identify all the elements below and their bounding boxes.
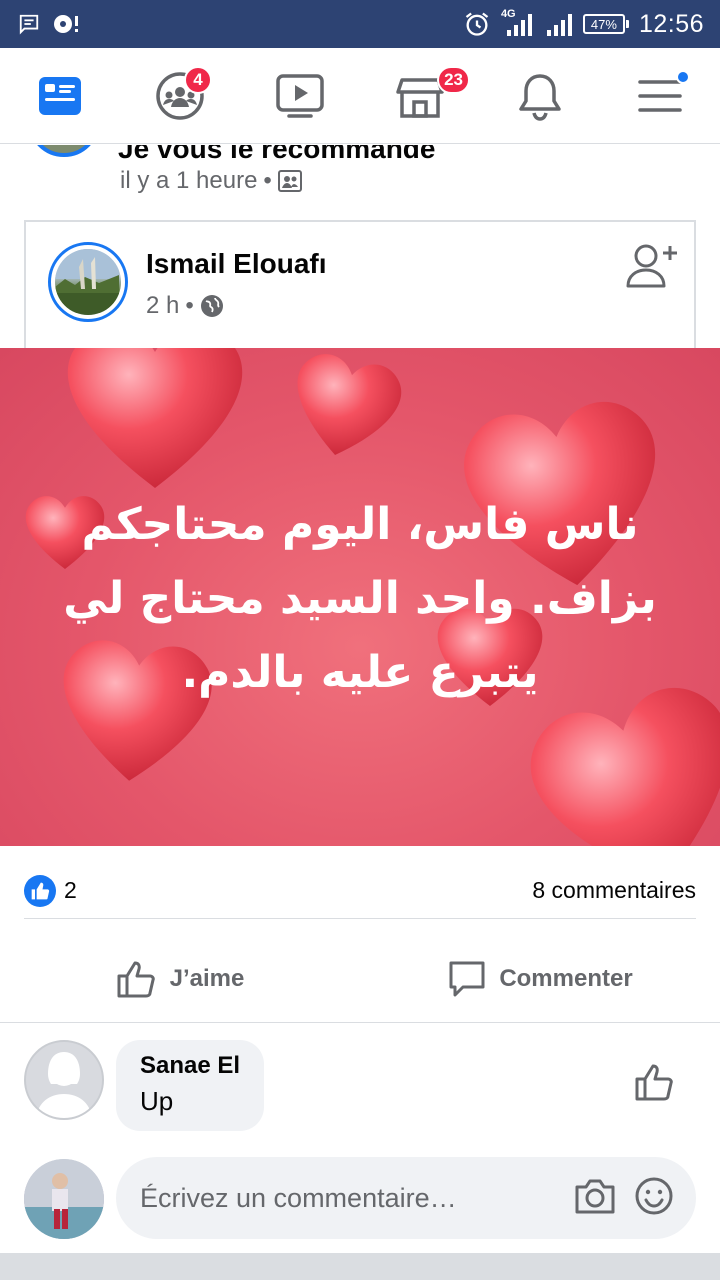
- comment-text: Up: [140, 1086, 174, 1116]
- battery-indicator: 47%: [582, 14, 629, 34]
- news-feed: Je vous le recommande il y a 1 heure • I…: [0, 145, 720, 1280]
- camera-icon[interactable]: [574, 1176, 616, 1216]
- comment-composer: [0, 1157, 720, 1241]
- tab-notifications[interactable]: [504, 60, 576, 132]
- message-notification-icon: [19, 14, 39, 35]
- avatar-photo: [55, 249, 119, 313]
- tab-news-feed[interactable]: [24, 60, 96, 132]
- post-actions: J’aime Commenter: [0, 935, 720, 1023]
- default-female-avatar-icon: [36, 1052, 92, 1118]
- previous-post-time[interactable]: il y a 1 heure: [120, 167, 257, 195]
- comment-item: Sanae El Up: [0, 1040, 720, 1150]
- add-friend-button[interactable]: [624, 240, 680, 296]
- tab-menu[interactable]: [624, 60, 696, 132]
- previous-post-text: Je vous le recommande: [118, 145, 436, 164]
- mobile-signal-icon: 4G: [500, 8, 535, 38]
- comment-label: Commenter: [499, 964, 633, 992]
- top-navigation: 4 23: [0, 48, 720, 144]
- like-label: J’aime: [169, 964, 245, 992]
- bell-icon: [519, 73, 561, 121]
- author-avatar[interactable]: [48, 242, 128, 322]
- previous-post: Je vous le recommande il y a 1 heure •: [0, 145, 720, 205]
- post-image-text: ناس فاس، اليوم محتاجكم بزاف. واحد السيد …: [63, 499, 657, 698]
- comment-input-container: [116, 1157, 696, 1239]
- comment-icon: [449, 961, 485, 996]
- thumbs-up-icon: [31, 882, 50, 899]
- like-count[interactable]: 2: [64, 877, 77, 904]
- author-name[interactable]: Ismail Elouafı: [146, 248, 327, 280]
- comment-author[interactable]: Sanae El: [140, 1052, 240, 1080]
- alarm-icon: [465, 12, 489, 36]
- previous-post-meta: il y a 1 heure •: [120, 167, 302, 195]
- news-feed-icon: [39, 76, 81, 115]
- previous-post-avatar[interactable]: [28, 145, 100, 157]
- app-root: 4G 47% 12:56 4 23 Je vous le recommande …: [0, 0, 720, 1280]
- like-icon: [117, 961, 155, 997]
- post-meta: 2 h •: [146, 292, 224, 320]
- post-time[interactable]: 2 h: [146, 292, 179, 320]
- groups-badge: 4: [184, 65, 212, 94]
- status-notifications: [0, 13, 80, 35]
- globe-icon: [200, 295, 223, 317]
- clock: 12:56: [638, 9, 704, 38]
- menu-notification-dot: [676, 69, 690, 84]
- add-friend-icon: [626, 244, 677, 288]
- status-system: 4G 47% 12:56: [463, 8, 720, 39]
- signal-bars-icon: [546, 14, 572, 36]
- post-stats: 2 8 commentaires: [24, 863, 696, 919]
- tab-watch[interactable]: [264, 60, 336, 132]
- post-image[interactable]: ناس فاس، اليوم محتاجكم بزاف. واحد السيد …: [0, 348, 720, 846]
- like-button[interactable]: J’aime: [0, 935, 360, 1022]
- group-audience-icon: [277, 170, 302, 192]
- battery-level: 47%: [590, 16, 617, 32]
- feed-separator: [0, 1253, 720, 1280]
- comment-button[interactable]: Commenter: [360, 935, 720, 1022]
- marketplace-badge: 23: [437, 65, 470, 94]
- comment-like-button[interactable]: [634, 1062, 676, 1107]
- like-icon: [635, 1064, 673, 1101]
- current-user-avatar[interactable]: [24, 1159, 104, 1239]
- tab-groups[interactable]: 4: [144, 60, 216, 132]
- emoji-icon[interactable]: [634, 1176, 674, 1216]
- watch-video-icon: [276, 73, 324, 118]
- post-header: Ismail Elouafı 2 h •: [24, 220, 696, 348]
- comment-bubble: Sanae El Up: [116, 1040, 265, 1131]
- comment-input[interactable]: [140, 1182, 560, 1214]
- status-bar: 4G 47% 12:56: [0, 0, 720, 48]
- tab-marketplace[interactable]: 23: [384, 60, 470, 132]
- hamburger-menu-icon: [638, 79, 682, 112]
- media-notification-icon: [54, 15, 78, 33]
- commenter-avatar[interactable]: [24, 1040, 104, 1120]
- current-user-photo: [24, 1159, 104, 1239]
- like-reaction-icon[interactable]: [24, 874, 56, 907]
- comment-count[interactable]: 8 commentaires: [532, 877, 696, 904]
- network-type: 4G: [500, 8, 516, 20]
